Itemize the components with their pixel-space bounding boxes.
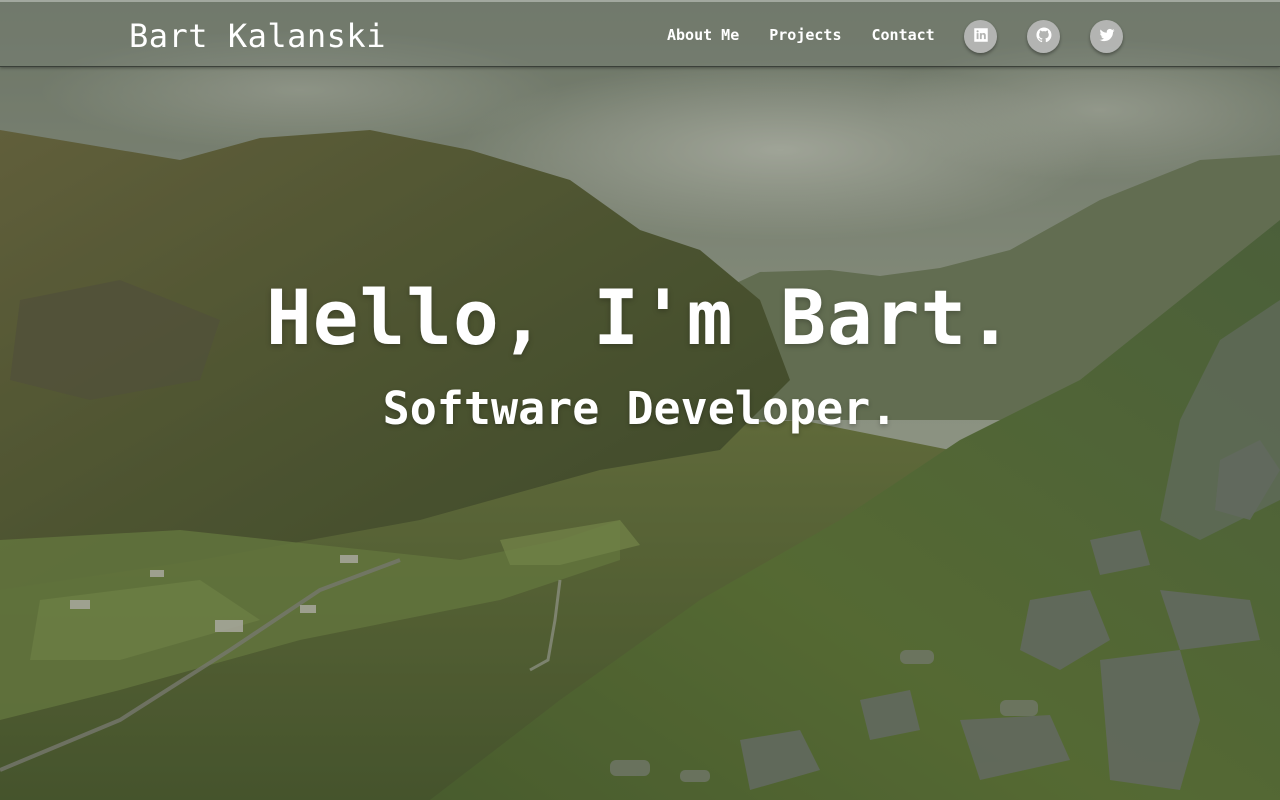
social-links (964, 20, 1123, 53)
nav-link-projects[interactable]: Projects (769, 26, 841, 44)
twitter-icon (1098, 26, 1116, 48)
nav-link-contact[interactable]: Contact (872, 26, 935, 44)
nav-item: Projects (769, 24, 841, 46)
top-navbar: Bart Kalanski About Me Projects Contact (0, 0, 1280, 67)
nav-item: Contact (872, 24, 935, 46)
github-button[interactable] (1027, 20, 1060, 53)
twitter-button[interactable] (1090, 20, 1123, 53)
hero-title: Hello, I'm Bart. (265, 273, 1015, 362)
hero-subtitle: Software Developer. (382, 382, 898, 435)
brand-logo-link[interactable]: Bart Kalanski (129, 16, 386, 56)
nav-link-about-me[interactable]: About Me (667, 26, 739, 44)
main-nav: About Me Projects Contact (667, 24, 935, 46)
github-icon (1035, 26, 1053, 48)
nav-item: About Me (667, 24, 739, 46)
linkedin-button[interactable] (964, 20, 997, 53)
linkedin-icon (972, 26, 990, 48)
